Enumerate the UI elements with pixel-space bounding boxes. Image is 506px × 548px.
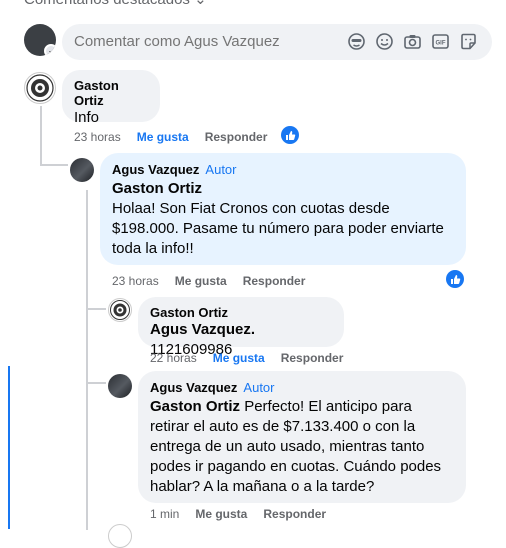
comment-bubble: Gaston Ortiz Info <box>62 70 160 126</box>
reply-button[interactable]: Responder <box>263 507 326 521</box>
like-reaction-icon[interactable] <box>446 270 464 288</box>
comment-text: Info <box>74 109 100 126</box>
avatar-sticker-icon[interactable] <box>347 32 366 51</box>
comment-author[interactable]: Gaston Ortiz <box>150 305 332 320</box>
comment-bubble: Agus Vazquez Autor Gaston Ortiz Holaa! So… <box>100 153 466 265</box>
author-badge: Autor <box>243 380 275 395</box>
like-button[interactable]: Me gusta <box>195 507 247 521</box>
logo-icon <box>26 74 54 102</box>
reply-button[interactable]: Responder <box>281 351 344 365</box>
comment-time[interactable]: 22 horas <box>150 351 197 365</box>
thread-branch <box>86 382 106 384</box>
like-reaction-icon[interactable] <box>281 126 299 144</box>
avatar[interactable] <box>108 298 132 322</box>
comment-input[interactable] <box>74 33 324 50</box>
like-button[interactable]: Me gusta <box>175 274 227 288</box>
comment-actions: 22 horas Me gusta Responder <box>150 351 343 365</box>
comment-time[interactable]: 23 horas <box>74 130 121 144</box>
mention-link[interactable]: Gaston Ortiz <box>112 179 454 199</box>
like-button[interactable]: Me gusta <box>137 130 189 144</box>
comment-bubble: Gaston Ortiz Agus Vazquez. 1121609986 <box>138 297 344 358</box>
scroll-indicator <box>8 366 10 529</box>
camera-icon[interactable] <box>403 32 422 51</box>
comment-actions: 1 min Me gusta Responder <box>150 507 326 521</box>
gif-icon[interactable]: GIF <box>431 32 450 51</box>
comment-author[interactable]: Agus Vazquez <box>112 162 199 177</box>
comment-time[interactable]: 1 min <box>150 507 179 521</box>
svg-text:GIF: GIF <box>436 41 446 47</box>
chevron-down-icon[interactable]: ⌄ <box>44 44 56 56</box>
chevron-down-icon: ⌄ <box>194 0 207 8</box>
mention-link[interactable]: Agus Vazquez. <box>150 321 255 338</box>
thread-branch <box>86 308 106 310</box>
sticker-icon[interactable] <box>459 32 478 51</box>
comment-actions: 23 horas Me gusta Responder <box>112 274 305 288</box>
thread-line <box>86 190 88 310</box>
reply-button[interactable]: Responder <box>205 130 268 144</box>
comment-time[interactable]: 23 horas <box>112 274 159 288</box>
comment-author[interactable]: Agus Vazquez <box>150 380 237 395</box>
section-title-label: Comentarios destacados <box>24 0 190 8</box>
avatar[interactable] <box>108 524 132 548</box>
avatar[interactable] <box>70 158 94 182</box>
comment-author[interactable]: Gaston Ortiz <box>74 78 148 108</box>
comment-bubble: Agus Vazquez Autor Gaston Ortiz Perfecto!… <box>138 371 466 503</box>
emoji-icon[interactable] <box>375 32 394 51</box>
mention-link[interactable]: Gaston Ortiz <box>150 398 240 415</box>
current-user-avatar[interactable]: ⌄ <box>24 24 56 56</box>
thread-line <box>86 310 88 530</box>
comment-text: Holaa! Son Fiat Cronos con cuotas desde … <box>112 200 444 257</box>
author-badge: Autor <box>205 162 237 177</box>
logo-icon <box>110 300 130 320</box>
section-title[interactable]: Comentarios destacados ⌄ <box>24 0 207 8</box>
thread-line <box>40 106 42 166</box>
avatar[interactable] <box>108 374 132 398</box>
avatar[interactable] <box>24 72 56 104</box>
like-button[interactable]: Me gusta <box>213 351 265 365</box>
reply-button[interactable]: Responder <box>243 274 306 288</box>
comment-actions: 23 horas Me gusta Responder <box>74 130 267 144</box>
thread-branch <box>40 164 68 166</box>
comment-composer[interactable]: GIF <box>62 24 492 60</box>
